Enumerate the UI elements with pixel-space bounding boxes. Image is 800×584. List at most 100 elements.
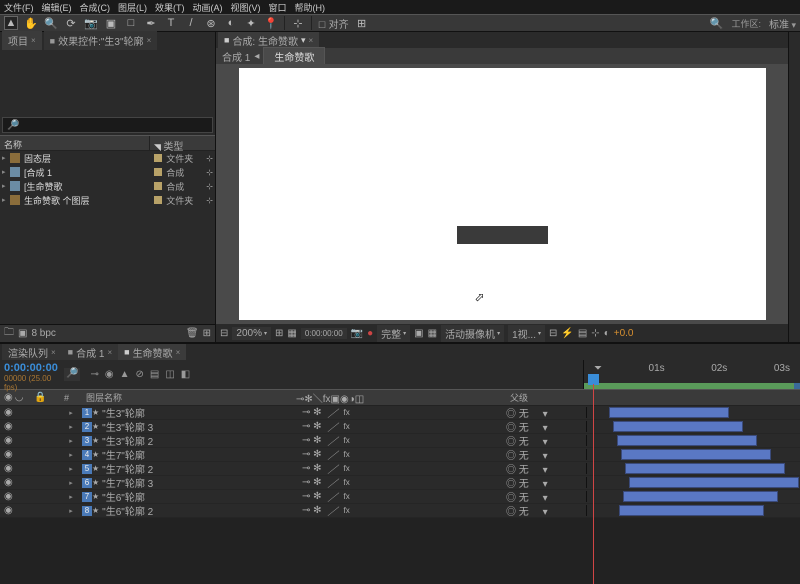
switches[interactable]: ／ (328, 433, 338, 448)
puppet-tool[interactable]: 📍 (264, 16, 278, 30)
tab-effect-controls[interactable]: ■ 效果控件:"生3"轮廓 × (44, 31, 158, 50)
bin-icon[interactable]: 🗀 (4, 325, 14, 342)
parent-dropdown[interactable]: 无 ▾ (519, 507, 548, 518)
layer-bar[interactable] (609, 407, 729, 418)
project-item[interactable]: ▸生命赞歌 个图层文件夹⊹ (0, 193, 215, 207)
work-area[interactable] (584, 383, 800, 389)
zoom-tool[interactable]: 🔍 (44, 16, 58, 30)
right-dock[interactable] (788, 32, 800, 342)
fast-preview-icon[interactable]: ⚡ (561, 328, 573, 339)
eye-icon[interactable]: ◉ (4, 491, 13, 502)
menu-file[interactable]: 文件(F) (4, 1, 34, 14)
pan-behind-tool[interactable]: ▣ (104, 16, 118, 30)
camera-tool[interactable]: 📷 (84, 16, 98, 30)
label-swatch[interactable] (154, 154, 162, 162)
overflow-icon[interactable]: ⊹ (206, 154, 213, 163)
twirl-icon[interactable]: ▸ (69, 451, 73, 459)
layer-row[interactable]: ◉ ▸ 5 ★"生7"轮廓 2 ⊸ ✻／fx◎ 无 ▾ (0, 462, 800, 476)
flowchart-icon[interactable]: ⊹ (591, 328, 599, 339)
twirl-icon[interactable]: ▸ (69, 409, 73, 417)
type-tool[interactable]: T (164, 16, 178, 30)
graph-editor-icon[interactable]: ▤ (150, 369, 159, 380)
eye-col-icon[interactable]: ◉ (4, 392, 13, 403)
switches[interactable]: ／ (328, 475, 338, 490)
pixel-aspect-icon[interactable]: ⊟ (549, 328, 557, 339)
layer-bar[interactable] (617, 435, 757, 446)
time-ruler[interactable]: ⏷ 01s 02s 03s (584, 360, 800, 383)
trash-icon[interactable]: 🗑 (186, 328, 199, 339)
motion-blur-icon[interactable]: ⊘ (135, 369, 143, 380)
collapse-icon[interactable]: ◉ (105, 369, 114, 380)
composition-viewer[interactable]: ⬀ (216, 64, 788, 324)
eye-icon[interactable]: ◉ (4, 505, 13, 516)
shape-layer[interactable] (457, 226, 548, 244)
quality-icon[interactable]: ▲ (120, 369, 130, 380)
layer-bar[interactable] (613, 421, 743, 432)
timeline-search[interactable]: 🔎 (64, 368, 80, 381)
col-parent[interactable]: 父级 (506, 391, 586, 404)
find-icon[interactable]: ⊞ (203, 328, 211, 339)
layer-row[interactable]: ◉ ▸ 2 ★"生3"轮廓 3 ⊸ ✻／fx◎ 无 ▾ (0, 420, 800, 434)
lock-col-icon[interactable]: 🔒 (34, 392, 46, 403)
twirl-icon[interactable]: ▸ (69, 437, 73, 445)
layer-row[interactable]: ◉ ▸ 1 ★"生3"轮廓 ⊸ ✻／fx◎ 无 ▾ (0, 406, 800, 420)
selection-tool[interactable]: ▲ (4, 16, 18, 30)
hand-tool[interactable]: ✋ (24, 16, 38, 30)
layer-row[interactable]: ◉ ▸ 4 ★"生7"轮廓 ⊸ ✻／fx◎ 无 ▾ (0, 448, 800, 462)
col-layer-name[interactable]: 图层名称 (82, 391, 292, 404)
menu-anim[interactable]: 动画(A) (193, 1, 223, 14)
tab-comp1[interactable]: ■ 合成 1× (62, 344, 118, 360)
zoom-dropdown[interactable]: 200%▾ (232, 327, 271, 340)
switches[interactable]: ／ (328, 405, 338, 420)
menu-window[interactable]: 窗口 (269, 1, 287, 14)
eye-icon[interactable]: ◉ (4, 449, 13, 460)
3d-icon[interactable]: ◧ (181, 369, 190, 380)
eye-icon[interactable]: ◉ (4, 435, 13, 446)
pen-tool[interactable]: ✒ (144, 16, 158, 30)
timecode[interactable]: 0:00:00:00 00000 (25.00 fps) (0, 360, 62, 389)
menu-view[interactable]: 视图(V) (231, 1, 261, 14)
timeline-icon[interactable]: ▤ (578, 328, 587, 339)
col-type[interactable]: ◥ 类型 (150, 136, 200, 150)
menu-edit[interactable]: 编辑(E) (42, 1, 72, 14)
layer-bar[interactable] (623, 491, 778, 502)
brush-tool[interactable]: / (184, 16, 198, 30)
channel-icon[interactable]: ● (367, 328, 373, 339)
switches[interactable]: ／ (328, 461, 338, 476)
search-input[interactable] (19, 120, 208, 130)
grid-icon[interactable]: ▦ (287, 328, 296, 339)
frame-blend-icon[interactable]: ◫ (165, 369, 174, 380)
workspace-dropdown[interactable]: 标准 ▾ (769, 16, 796, 31)
snap-options-icon[interactable]: ⊞ (355, 16, 369, 30)
reset-exposure-icon[interactable]: ◐ (604, 328, 610, 339)
safe-zones-icon[interactable]: ⊞ (275, 328, 283, 339)
time-display[interactable]: 0:00:00:00 (301, 328, 347, 339)
new-comp-icon[interactable]: ▣ (18, 328, 27, 339)
snapshot-icon[interactable]: 📷 (351, 328, 363, 339)
rotate-tool[interactable]: ⟳ (64, 16, 78, 30)
switches[interactable]: ／ (328, 419, 338, 434)
speaker-col-icon[interactable]: ◡ (15, 392, 24, 403)
project-item[interactable]: ▸[合成 1合成⊹ (0, 165, 215, 179)
parent-pickwhip-icon[interactable]: ◎ (506, 507, 516, 518)
twirl-icon[interactable]: ▸ (69, 465, 73, 473)
shy-icon[interactable]: ⊸ (90, 369, 98, 380)
switches[interactable]: ／ (328, 503, 338, 518)
tab-project[interactable]: 项目× (2, 31, 42, 50)
project-search[interactable]: 🔎 (2, 117, 213, 133)
label-swatch[interactable] (154, 182, 162, 190)
project-item[interactable]: ▸[生命赞歌合成⊹ (0, 179, 215, 193)
roto-tool[interactable]: ✦ (244, 16, 258, 30)
twirl-icon[interactable]: ▸ (69, 493, 73, 501)
clone-tool[interactable]: ⊛ (204, 16, 218, 30)
search-icon[interactable]: 🔍 (709, 16, 723, 30)
layer-row[interactable]: ◉ ▸ 7 ★"生6"轮廓 ⊸ ✻／fx◎ 无 ▾ (0, 490, 800, 504)
snap-checkbox[interactable]: ☐ 对齐 (318, 16, 349, 31)
shape-tool[interactable]: □ (124, 16, 138, 30)
eye-icon[interactable]: ◉ (4, 463, 13, 474)
overflow-icon[interactable]: ⊹ (206, 196, 213, 205)
layer-row[interactable]: ◉ ▸ 3 ★"生3"轮廓 2 ⊸ ✻／fx◎ 无 ▾ (0, 434, 800, 448)
switches[interactable]: ／ (328, 489, 338, 504)
overflow-icon[interactable]: ⊹ (206, 168, 213, 177)
label-swatch[interactable] (154, 168, 162, 176)
